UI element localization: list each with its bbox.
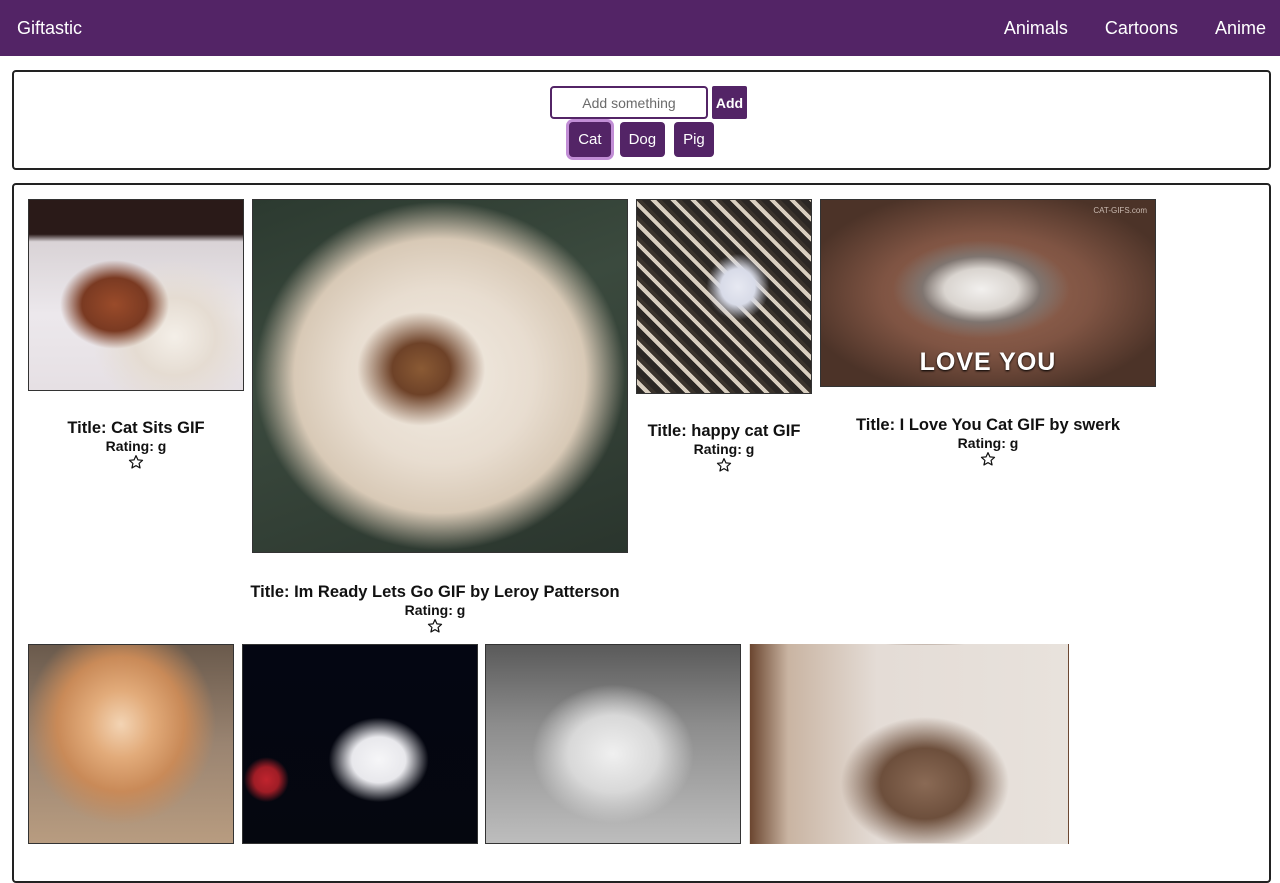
gif-image[interactable] (749, 644, 1069, 844)
search-row: Add (14, 86, 1269, 119)
gif-image[interactable] (252, 199, 628, 553)
top-navbar: Giftastic Animals Cartoons Anime (0, 0, 1280, 56)
gif-title: Title: Cat Sits GIF (67, 419, 205, 437)
nav-links: Animals Cartoons Anime (967, 18, 1266, 39)
gif-image[interactable] (242, 644, 478, 844)
topic-button-dog[interactable]: Dog (619, 122, 666, 157)
gif-card: LOVE YOU CAT-GIFS.com Title: I Love You … (820, 199, 1156, 472)
gif-card (242, 644, 478, 844)
brand-title[interactable]: Giftastic (17, 18, 82, 39)
star-outline-icon[interactable] (980, 451, 996, 467)
nav-link-anime[interactable]: Anime (1215, 18, 1266, 39)
gif-image[interactable] (636, 199, 812, 394)
gif-image[interactable] (28, 644, 234, 844)
gif-title: Title: Im Ready Lets Go GIF by Leroy Pat… (250, 583, 620, 601)
star-outline-icon[interactable] (716, 457, 732, 473)
nav-link-cartoons[interactable]: Cartoons (1105, 18, 1178, 39)
gif-card (749, 644, 1069, 844)
gif-overlay-text: LOVE YOU (919, 348, 1057, 376)
topic-button-pig[interactable]: Pig (674, 122, 714, 157)
gif-card: Title: Cat Sits GIF Rating: g (28, 199, 244, 475)
nav-link-animals[interactable]: Animals (1004, 18, 1068, 39)
gif-rating: Rating: g (105, 438, 167, 454)
search-input[interactable] (550, 86, 708, 119)
gif-results-panel: Title: Cat Sits GIF Rating: g Title: Im … (12, 183, 1271, 883)
control-panel: Add Cat Dog Pig (12, 70, 1271, 170)
add-button[interactable]: Add (712, 86, 747, 119)
gif-rating: Rating: g (957, 435, 1019, 451)
topic-button-row: Cat Dog Pig (14, 122, 1269, 157)
topic-button-cat[interactable]: Cat (569, 122, 611, 157)
gif-image[interactable] (28, 199, 244, 391)
gif-card (28, 644, 234, 844)
gif-card: Title: happy cat GIF Rating: g (636, 199, 812, 478)
gif-image[interactable] (485, 644, 741, 844)
gif-image[interactable]: LOVE YOU CAT-GIFS.com (820, 199, 1156, 387)
star-outline-icon[interactable] (128, 454, 144, 470)
gif-card (485, 644, 741, 844)
gif-rating: Rating: g (404, 602, 466, 618)
gif-title: Title: I Love You Cat GIF by swerk (855, 416, 1121, 434)
gif-title: Title: happy cat GIF (647, 422, 801, 440)
gif-card: Title: Im Ready Lets Go GIF by Leroy Pat… (242, 199, 628, 639)
gif-rating: Rating: g (693, 441, 755, 457)
gif-watermark: CAT-GIFS.com (1093, 206, 1147, 215)
star-outline-icon[interactable] (427, 618, 443, 634)
